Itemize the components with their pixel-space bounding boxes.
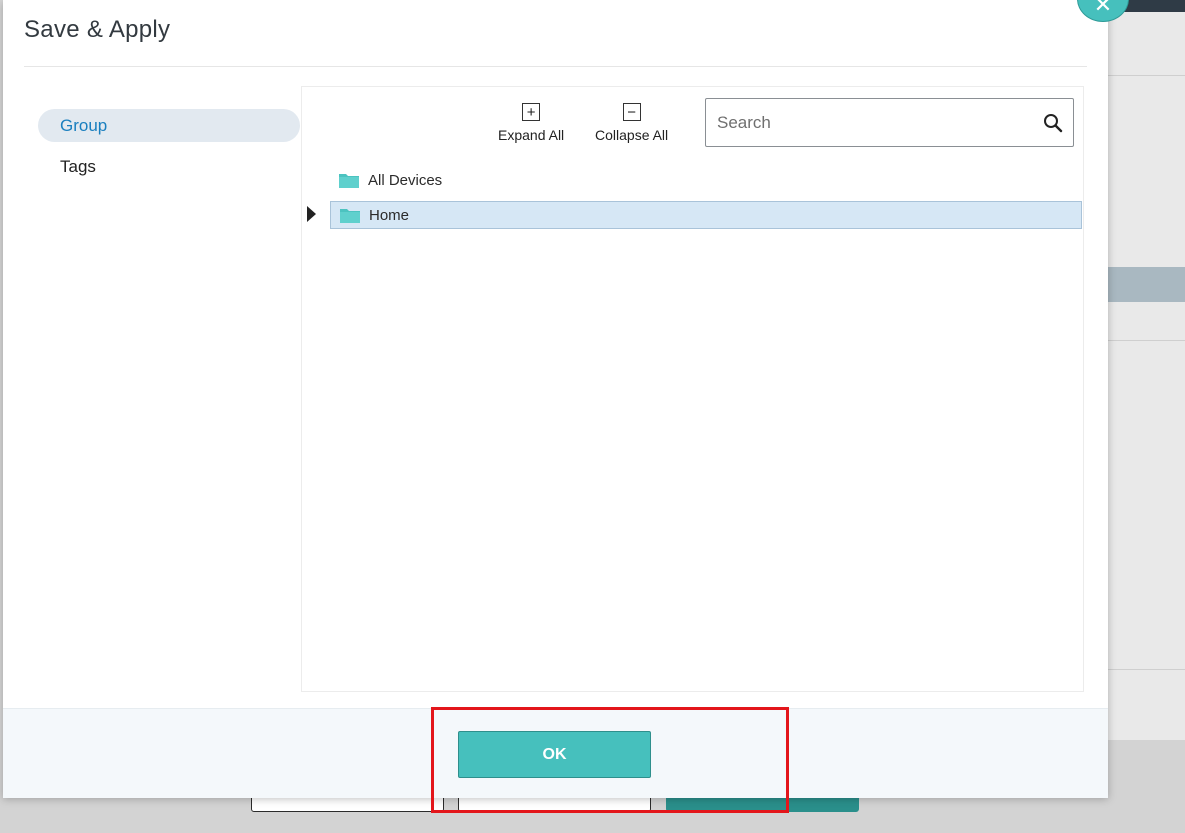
collapse-all-button[interactable]: − Collapse All bbox=[595, 103, 668, 143]
dialog-title: Save & Apply bbox=[24, 16, 171, 43]
tree-node-label: All Devices bbox=[368, 171, 443, 189]
minus-square-icon: − bbox=[622, 103, 641, 121]
folder-icon bbox=[340, 209, 360, 223]
background-highlight-row bbox=[1108, 267, 1185, 302]
group-tree-panel: + Expand All − Collapse All All Devices bbox=[301, 86, 1084, 692]
collapse-all-label: Collapse All bbox=[595, 127, 669, 143]
nav-item-tags[interactable]: Tags bbox=[38, 150, 300, 183]
ok-button[interactable]: OK bbox=[458, 731, 651, 778]
search-box bbox=[705, 98, 1074, 147]
expand-all-label: Expand All bbox=[498, 127, 565, 143]
search-input[interactable] bbox=[706, 98, 1033, 147]
nav-item-label: Tags bbox=[60, 156, 96, 176]
background-panel bbox=[1108, 12, 1185, 740]
folder-icon bbox=[339, 174, 359, 188]
background-divider bbox=[1108, 669, 1185, 670]
save-apply-dialog: Save & Apply Group Tags + Expand All − C… bbox=[3, 0, 1108, 798]
tree-node-home[interactable]: Home bbox=[330, 201, 1082, 229]
nav-item-label: Group bbox=[60, 115, 108, 135]
nav-item-group[interactable]: Group bbox=[38, 109, 300, 142]
dialog-footer: OK bbox=[3, 708, 1108, 798]
plus-square-icon: + bbox=[522, 103, 541, 121]
dialog-side-nav: Group Tags bbox=[38, 109, 300, 191]
background-divider bbox=[1108, 340, 1185, 341]
title-divider bbox=[24, 66, 1087, 67]
background-divider bbox=[1108, 75, 1185, 76]
search-icon[interactable] bbox=[1033, 113, 1073, 133]
expand-all-button[interactable]: + Expand All bbox=[498, 103, 564, 143]
tree-node-label: Home bbox=[369, 206, 410, 224]
tree-node-all-devices[interactable]: All Devices bbox=[330, 166, 1082, 194]
expand-arrow-icon[interactable] bbox=[307, 206, 316, 222]
